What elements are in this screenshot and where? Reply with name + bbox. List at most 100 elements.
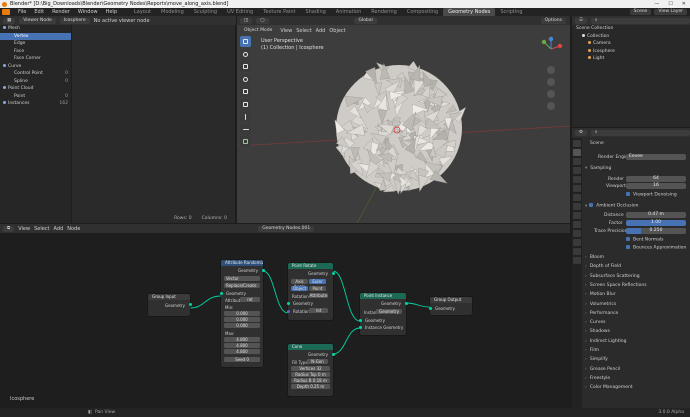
domain-edge[interactable]: Edge — [0, 40, 71, 48]
tab-compositing[interactable]: Compositing — [402, 8, 443, 16]
options-button[interactable]: Options — [540, 17, 566, 24]
max-x-field[interactable]: 4.800 — [224, 337, 260, 342]
editor-type-button[interactable]: ▦ — [3, 17, 16, 24]
minimize-button[interactable]: — — [654, 0, 659, 8]
scene-tab-icon[interactable] — [573, 176, 581, 183]
ao-panel[interactable]: ▾ Ambient Occlusion — [585, 203, 638, 209]
radius-top-field[interactable]: Radius Top 0 m — [291, 372, 330, 377]
viewport-denoising-checkbox[interactable]: Viewport Denoising — [626, 192, 677, 198]
menu-help[interactable]: Help — [102, 9, 121, 15]
fill-type-dropdown[interactable]: N-Gon — [307, 359, 328, 364]
domain-point[interactable]: Point 0 — [0, 93, 71, 101]
factor-field[interactable]: 1.00 — [626, 220, 686, 226]
domain-spline[interactable]: Spline 0 — [0, 78, 71, 86]
editor-type-button[interactable]: ⚙ — [575, 129, 588, 136]
bent-normals-checkbox[interactable]: Bent Normals — [626, 237, 664, 243]
panel-curves[interactable]: › Curves — [585, 320, 605, 325]
editor-type-button[interactable]: ◫ — [240, 17, 253, 24]
select-box-tool[interactable] — [240, 36, 251, 47]
close-button[interactable]: ✕ — [682, 0, 686, 8]
blender-menu-icon[interactable] — [2, 9, 10, 15]
constraints-tab-icon[interactable] — [573, 230, 581, 237]
render-tab-icon[interactable] — [573, 149, 581, 156]
panel-depth-of-field[interactable]: › Depth of Field — [585, 264, 621, 269]
radius-bottom-field[interactable]: Radius B 0.18 m — [291, 378, 330, 383]
menu-object[interactable]: Object — [329, 28, 345, 34]
world-tab-icon[interactable] — [573, 185, 581, 192]
panel-screen-space-reflections[interactable]: › Screen Space Reflections — [585, 283, 647, 288]
geometry-socket-icon[interactable] — [358, 325, 362, 329]
rotate-tool[interactable] — [240, 73, 251, 85]
geometry-socket-icon[interactable] — [331, 271, 335, 275]
menu-add[interactable]: Add — [54, 226, 64, 232]
distance-field[interactable]: 0.47 m — [626, 212, 686, 218]
vector-socket-icon[interactable] — [286, 309, 290, 313]
geometry-socket-icon[interactable] — [331, 352, 335, 356]
point-rotate-node[interactable]: Point Rotate Geometry Axis Angle Euler O… — [286, 263, 335, 320]
object-selector[interactable]: Icosphere — [59, 17, 90, 24]
min-y-field[interactable]: 0.000 — [224, 317, 260, 322]
cursor-tool[interactable] — [240, 48, 251, 60]
menu-render[interactable]: Render — [48, 9, 74, 15]
tab-geometry-nodes[interactable]: Geometry Nodes — [443, 8, 496, 16]
domain-vertex[interactable]: Vertex — [0, 32, 71, 40]
annotate-tool[interactable] — [240, 111, 251, 122]
measure-tool[interactable] — [240, 123, 251, 135]
menu-add[interactable]: Add — [316, 28, 326, 34]
max-z-field[interactable]: 4.800 — [224, 349, 260, 354]
panel-grease-pencil[interactable]: › Grease Pencil — [585, 367, 620, 372]
min-x-field[interactable]: 0.000 — [224, 311, 260, 316]
depth-field[interactable]: Depth 0.25 m — [291, 384, 330, 389]
orientation-dropdown[interactable]: Global — [354, 17, 377, 24]
sampling-panel[interactable]: ▾ Sampling — [585, 166, 611, 171]
modifier-tab-icon[interactable] — [573, 203, 581, 210]
geometry-socket-icon[interactable] — [219, 291, 223, 295]
trace-precision-field[interactable]: 0.250 — [626, 228, 686, 234]
menu-node[interactable]: Node — [67, 226, 80, 232]
object-space-toggle[interactable]: Object — [291, 286, 308, 291]
scene-selector[interactable]: Scene — [629, 9, 652, 15]
view-layer-selector[interactable]: View Layer — [654, 9, 687, 15]
tab-shading[interactable]: Shading — [300, 8, 330, 16]
texture-tab-icon[interactable] — [573, 257, 581, 264]
object-tab-icon[interactable] — [573, 194, 581, 201]
physics-tab-icon[interactable] — [573, 221, 581, 228]
tab-sculpting[interactable]: Sculpting — [189, 8, 222, 16]
rotation-type-dropdown[interactable]: Attribute — [309, 293, 328, 298]
domain-instances[interactable]: Instances 162 — [0, 100, 71, 108]
node-editor-canvas[interactable]: Group Input Geometry Attribute Randomize… — [0, 233, 570, 408]
add-cube-tool[interactable] — [240, 136, 251, 147]
outliner-item-light[interactable]: Light — [572, 55, 690, 63]
seed-field[interactable]: Seed 0 — [224, 357, 260, 362]
panel-color-management[interactable]: › Color Management — [585, 385, 633, 390]
outliner-item-collection[interactable]: Collection — [572, 33, 690, 41]
panel-simplify[interactable]: › Simplify — [585, 357, 608, 362]
outliner-search[interactable]: ⌕ — [591, 17, 690, 24]
tool-tab-icon[interactable] — [573, 140, 581, 147]
view-layer-tab-icon[interactable] — [573, 167, 581, 174]
geometry-socket-icon[interactable] — [286, 301, 290, 305]
attribute-randomize-node[interactable]: Attribute Randomize Geometry Vector Repl… — [219, 260, 265, 367]
editor-type-button[interactable]: ⧉ — [3, 225, 15, 232]
menu-select[interactable]: Select — [34, 226, 49, 232]
menu-view[interactable]: View — [18, 226, 30, 232]
menu-file[interactable]: File — [14, 9, 30, 15]
attribute-name-field[interactable]: rot — [240, 297, 260, 302]
panel-performance[interactable]: › Performance — [585, 311, 618, 316]
geometry-socket-icon[interactable] — [404, 301, 408, 305]
domain-face-corner[interactable]: Face Corner — [0, 55, 71, 63]
operation-dropdown[interactable]: Replace/Create — [224, 283, 260, 288]
select-mode-button[interactable]: ▢ — [256, 17, 269, 24]
point-instance-node[interactable]: Point Instance Geometry Instan Geometry … — [358, 293, 408, 335]
tab-scripting[interactable]: Scripting — [495, 8, 527, 16]
vertices-field[interactable]: Vertices 32 — [291, 366, 330, 371]
panel-motion-blur[interactable]: › Motion Blur — [585, 292, 616, 297]
geometry-socket-icon[interactable] — [261, 268, 265, 272]
tab-texture-paint[interactable]: Texture Paint — [258, 8, 300, 16]
tab-layout[interactable]: Layout — [129, 8, 156, 16]
panel-indirect-lighting[interactable]: › Indirect Lighting — [585, 339, 626, 344]
tab-animation[interactable]: Animation — [331, 8, 367, 16]
panel-subsurface-scattering[interactable]: › Subsurface Scattering — [585, 274, 640, 279]
editor-type-button[interactable]: ☰ — [575, 17, 588, 24]
viewer-node-dropdown[interactable]: Viewer Node — [19, 17, 56, 24]
